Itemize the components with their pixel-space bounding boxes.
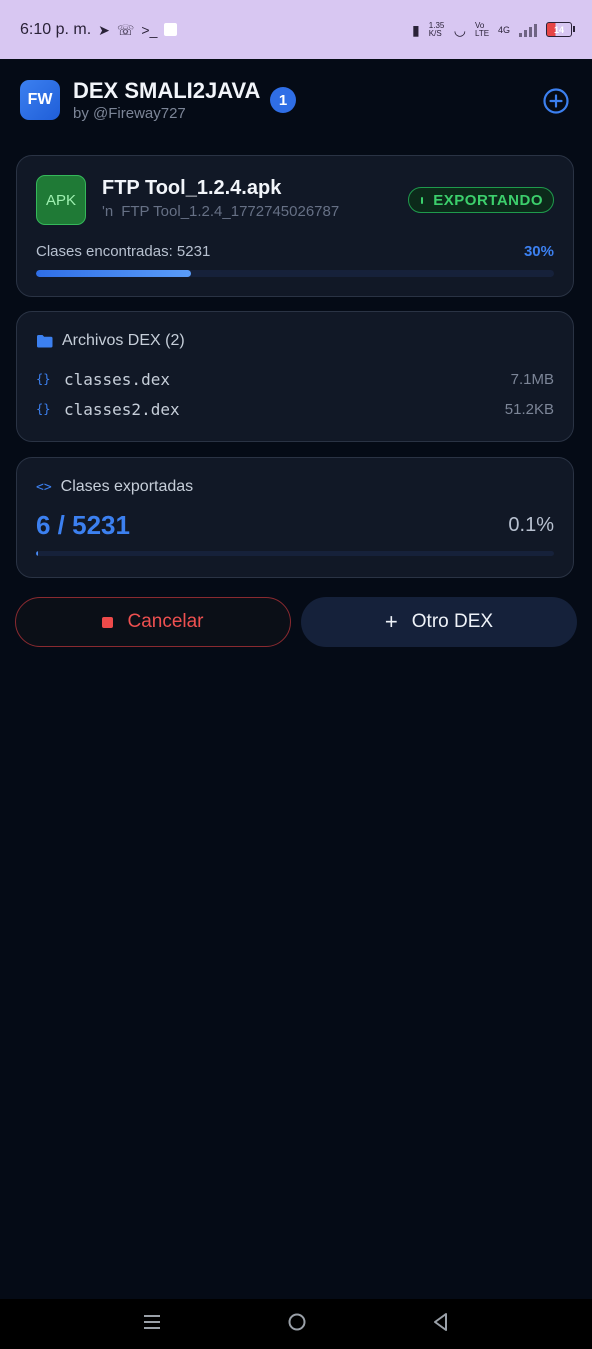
export-progress-bar bbox=[36, 551, 554, 556]
app-header: FW DEX SMALI2JAVA by @Fireway727 1 bbox=[20, 78, 572, 124]
system-nav-bar bbox=[0, 1299, 592, 1349]
exported-classes-card: <> Clases exportadas 6 / 5231 0.1% bbox=[16, 457, 574, 578]
battery-icon: 14 bbox=[546, 22, 575, 37]
status-time: 6:10 p. m. bbox=[20, 20, 92, 38]
app-subtitle: by @Fireway727 bbox=[73, 105, 186, 122]
back-nav-button[interactable] bbox=[432, 1312, 450, 1337]
net-speed: 1.35 K/S bbox=[428, 20, 445, 38]
exported-count: 6 / 5231 bbox=[36, 510, 130, 540]
code-braces-icon: {} bbox=[36, 402, 51, 416]
menu-icon bbox=[144, 1314, 161, 1329]
whatsapp-icon: ☏ bbox=[116, 21, 135, 38]
cancel-label: Cancelar bbox=[127, 611, 204, 632]
stop-icon bbox=[102, 616, 114, 628]
dex-file-row[interactable]: {} classes2.dex 51.2KB bbox=[36, 398, 554, 420]
dex-file-name: classes.dex bbox=[64, 369, 170, 389]
add-button[interactable] bbox=[542, 87, 570, 115]
home-circle-icon bbox=[288, 1313, 306, 1330]
telegram-icon: ➤ bbox=[98, 21, 110, 38]
progress-bar bbox=[36, 270, 554, 277]
exported-title-row: <> Clases exportadas bbox=[36, 478, 193, 496]
terminal-icon: >_ bbox=[141, 21, 158, 38]
apk-file-path: 'n FTP Tool_1.2.4_1772745026787 bbox=[102, 203, 339, 220]
notification-square-icon bbox=[164, 23, 178, 36]
dex-file-name: classes2.dex bbox=[64, 399, 180, 419]
dex-file-size: 7.1MB bbox=[510, 370, 554, 388]
status-label: EXPORTANDO bbox=[433, 191, 543, 209]
code-icon: <> bbox=[36, 479, 52, 495]
plus-icon: + bbox=[384, 609, 398, 634]
export-progress-fill bbox=[36, 551, 39, 556]
plus-circle-icon bbox=[543, 88, 569, 114]
wifi-icon: ◡ bbox=[453, 21, 466, 38]
app-title: DEX SMALI2JAVA bbox=[73, 78, 261, 103]
other-dex-label: Otro DEX bbox=[411, 611, 494, 632]
status-badge: EXPORTANDO bbox=[408, 187, 554, 213]
back-triangle-icon bbox=[433, 1312, 447, 1331]
cancel-button[interactable]: Cancelar bbox=[15, 597, 291, 647]
code-braces-icon: {} bbox=[36, 372, 51, 386]
apk-file-name: FTP Tool_1.2.4.apk bbox=[102, 177, 282, 199]
dex-files-title-row: Archivos DEX (2) bbox=[36, 332, 185, 350]
volte-label: Vo LTE bbox=[474, 20, 490, 38]
exported-percent: 0.1% bbox=[508, 514, 554, 536]
menu-nav-button[interactable] bbox=[142, 1313, 162, 1336]
apk-icon: APK bbox=[36, 175, 86, 225]
apk-card: APK FTP Tool_1.2.4.apk 'n FTP Tool_1.2.4… bbox=[16, 155, 574, 297]
dex-files-card: Archivos DEX (2) {} classes.dex 7.1MB {}… bbox=[16, 311, 574, 442]
path-text: FTP Tool_1.2.4_1772745026787 bbox=[121, 203, 340, 220]
signal-icon bbox=[519, 23, 537, 37]
vibrate-icon: ▮ bbox=[412, 21, 420, 38]
dex-files-title: Archivos DEX (2) bbox=[62, 332, 185, 349]
app-logo: FW bbox=[20, 80, 60, 120]
status-bar: 6:10 p. m. ➤ ☏ >_ ▮ 1.35 K/S ◡ Vo LTE 4G… bbox=[0, 0, 592, 59]
network-label: 4G bbox=[497, 24, 510, 35]
progress-percent: 30% bbox=[523, 243, 554, 260]
classes-found-label: Clases encontradas: 5231 bbox=[36, 243, 211, 260]
home-nav-button[interactable] bbox=[287, 1312, 307, 1337]
exported-title: Clases exportadas bbox=[60, 478, 194, 495]
dex-file-row[interactable]: {} classes.dex 7.1MB bbox=[36, 368, 554, 390]
path-icon: 'n bbox=[102, 203, 114, 220]
folder-icon bbox=[37, 335, 53, 348]
dex-file-size: 51.2KB bbox=[504, 400, 554, 418]
other-dex-button[interactable]: + Otro DEX bbox=[301, 597, 577, 647]
queue-count-badge: 1 bbox=[270, 87, 296, 113]
progress-bar-fill bbox=[36, 270, 192, 277]
battery-level: 14 bbox=[553, 24, 564, 35]
status-dot-icon bbox=[421, 196, 424, 204]
